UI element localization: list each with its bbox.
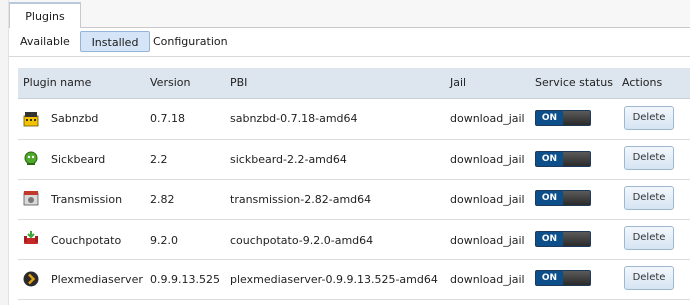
plugin-jail: download_jail — [450, 112, 525, 125]
plugin-version: 0.7.18 — [150, 112, 185, 125]
service-status-toggle[interactable]: ON — [535, 151, 591, 167]
service-status-toggle[interactable]: ON — [535, 110, 591, 126]
sabnzbd-icon — [23, 112, 39, 127]
toggle-knob — [563, 271, 590, 285]
subtab-available[interactable]: Available — [20, 31, 70, 52]
subtab-bar: Available Installed Configuration — [9, 28, 690, 56]
toggle-knob — [563, 152, 590, 166]
column-pbi[interactable]: PBI — [230, 68, 247, 98]
toggle-on-label: ON — [536, 191, 563, 205]
plugin-pbi: sickbeard-2.2-amd64 — [230, 153, 347, 166]
toggle-knob — [563, 232, 590, 246]
tab-plugins[interactable]: Plugins — [9, 2, 81, 28]
delete-button[interactable]: Delete — [624, 266, 674, 290]
plugin-pbi: plexmediaserver-0.9.9.13.525-amd64 — [230, 273, 438, 286]
plugin-jail: download_jail — [450, 234, 525, 247]
transmission-icon — [23, 191, 39, 206]
toggle-on-label: ON — [536, 111, 563, 125]
plugin-name: Couchpotato — [51, 234, 122, 247]
plugin-jail: download_jail — [450, 193, 525, 206]
table-row: Sickbeard 2.2 sickbeard-2.2-amd64 downlo… — [18, 139, 690, 180]
column-plugin-name[interactable]: Plugin name — [23, 68, 91, 98]
plugin-version: 2.82 — [150, 193, 175, 206]
plugin-pbi: transmission-2.82-amd64 — [230, 193, 372, 206]
couchpotato-icon — [24, 231, 38, 244]
plexmediaserver-icon — [23, 271, 39, 287]
plugin-name: Sickbeard — [51, 153, 106, 166]
sickbeard-icon — [24, 151, 38, 165]
table-header: Plugin name Version PBI Jail Service sta… — [18, 68, 690, 99]
subtab-configuration[interactable]: Configuration — [153, 31, 228, 52]
plugin-pbi: couchpotato-9.2.0-amd64 — [230, 234, 374, 247]
plugin-jail: download_jail — [450, 153, 525, 166]
column-version[interactable]: Version — [150, 68, 190, 98]
delete-button[interactable]: Delete — [624, 186, 674, 210]
plugin-jail: download_jail — [450, 273, 525, 286]
plugin-version: 2.2 — [150, 153, 168, 166]
table-row: Sabnzbd 0.7.18 sabnzbd-0.7.18-amd64 down… — [18, 99, 690, 140]
table-row: Transmission 2.82 transmission-2.82-amd6… — [18, 179, 690, 220]
column-service-status[interactable]: Service status — [535, 68, 613, 98]
left-edge-panel — [0, 0, 9, 305]
service-status-toggle[interactable]: ON — [535, 270, 591, 286]
plugin-name: Plexmediaserver — [51, 273, 143, 286]
toggle-on-label: ON — [536, 271, 563, 285]
plugin-name: Sabnzbd — [51, 112, 99, 125]
plugin-name: Transmission — [51, 193, 123, 206]
plugin-version: 9.2.0 — [150, 234, 178, 247]
column-jail[interactable]: Jail — [450, 68, 466, 98]
delete-button[interactable]: Delete — [624, 106, 674, 130]
table-row: Plexmediaserver 0.9.9.13.525 plexmediase… — [18, 259, 690, 300]
plugin-pbi: sabnzbd-0.7.18-amd64 — [230, 112, 358, 125]
service-status-toggle[interactable]: ON — [535, 231, 591, 247]
table-row: Couchpotato 9.2.0 couchpotato-9.2.0-amd6… — [18, 219, 690, 260]
service-status-toggle[interactable]: ON — [535, 190, 591, 206]
toggle-knob — [563, 191, 590, 205]
toggle-on-label: ON — [536, 232, 563, 246]
subtab-installed[interactable]: Installed — [80, 31, 150, 52]
delete-button[interactable]: Delete — [624, 226, 674, 250]
column-actions[interactable]: Actions — [622, 68, 662, 98]
toggle-knob — [563, 111, 590, 125]
toggle-on-label: ON — [536, 152, 563, 166]
plugin-version: 0.9.9.13.525 — [150, 273, 220, 286]
tab-bar — [9, 0, 690, 28]
delete-button[interactable]: Delete — [624, 146, 674, 170]
